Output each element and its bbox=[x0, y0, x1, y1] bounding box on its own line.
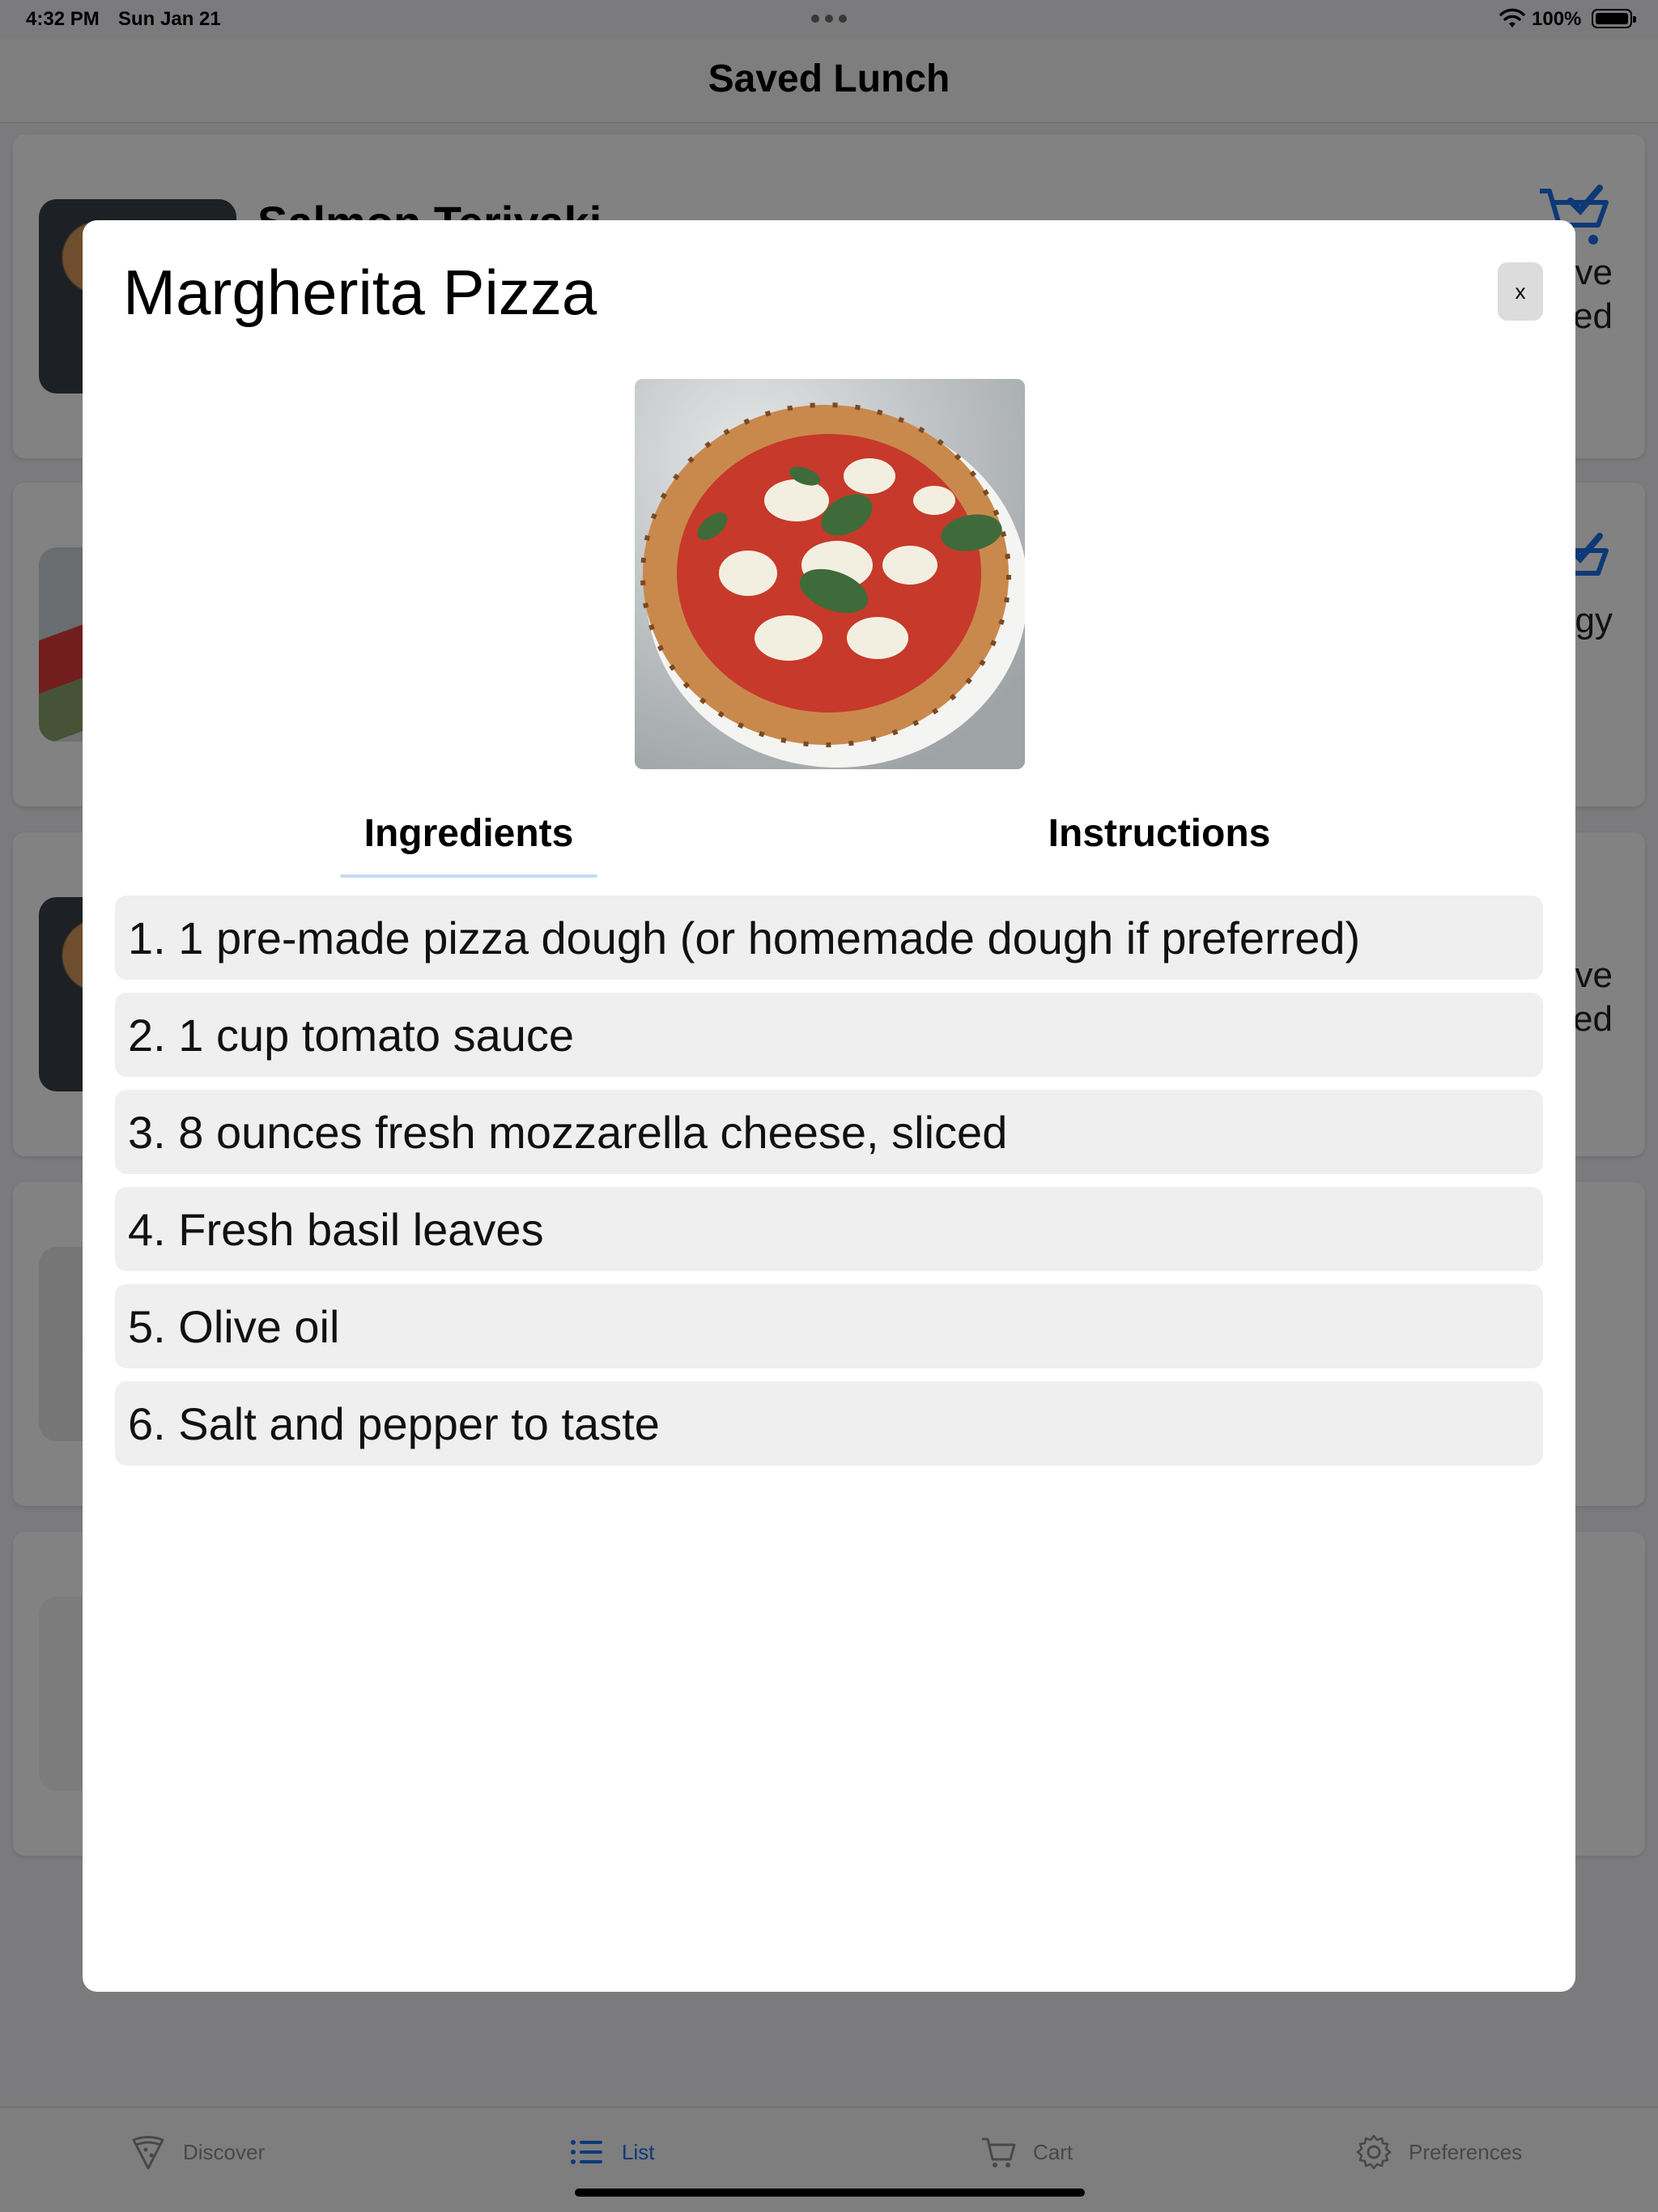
ingredient-item: 3. 8 ounces fresh mozzarella cheese, sli… bbox=[115, 1090, 1543, 1174]
recipe-title: Margherita Pizza bbox=[123, 257, 597, 328]
ingredient-item: 1. 1 pre-made pizza dough (or homemade d… bbox=[115, 895, 1543, 980]
selected-tab-indicator bbox=[340, 874, 597, 878]
ingredient-item: 2. 1 cup tomato sauce bbox=[115, 993, 1543, 1077]
recipe-detail-modal: Margherita Pizza x Ingredients Instructi… bbox=[83, 220, 1575, 1992]
home-indicator[interactable] bbox=[575, 2189, 1085, 2197]
ingredient-item: 4. Fresh basil leaves bbox=[115, 1187, 1543, 1271]
pizza-photo-illustration bbox=[635, 379, 1025, 769]
ingredient-item: 5. Olive oil bbox=[115, 1284, 1543, 1368]
dish-photo bbox=[635, 379, 1025, 769]
tab-ingredients[interactable]: Ingredients bbox=[340, 811, 597, 856]
ingredient-list: 1. 1 pre-made pizza dough (or homemade d… bbox=[115, 895, 1543, 1478]
ingredient-item: 6. Salt and pepper to taste bbox=[115, 1381, 1543, 1465]
close-button[interactable]: x bbox=[1498, 262, 1543, 321]
tab-instructions[interactable]: Instructions bbox=[1038, 811, 1281, 856]
